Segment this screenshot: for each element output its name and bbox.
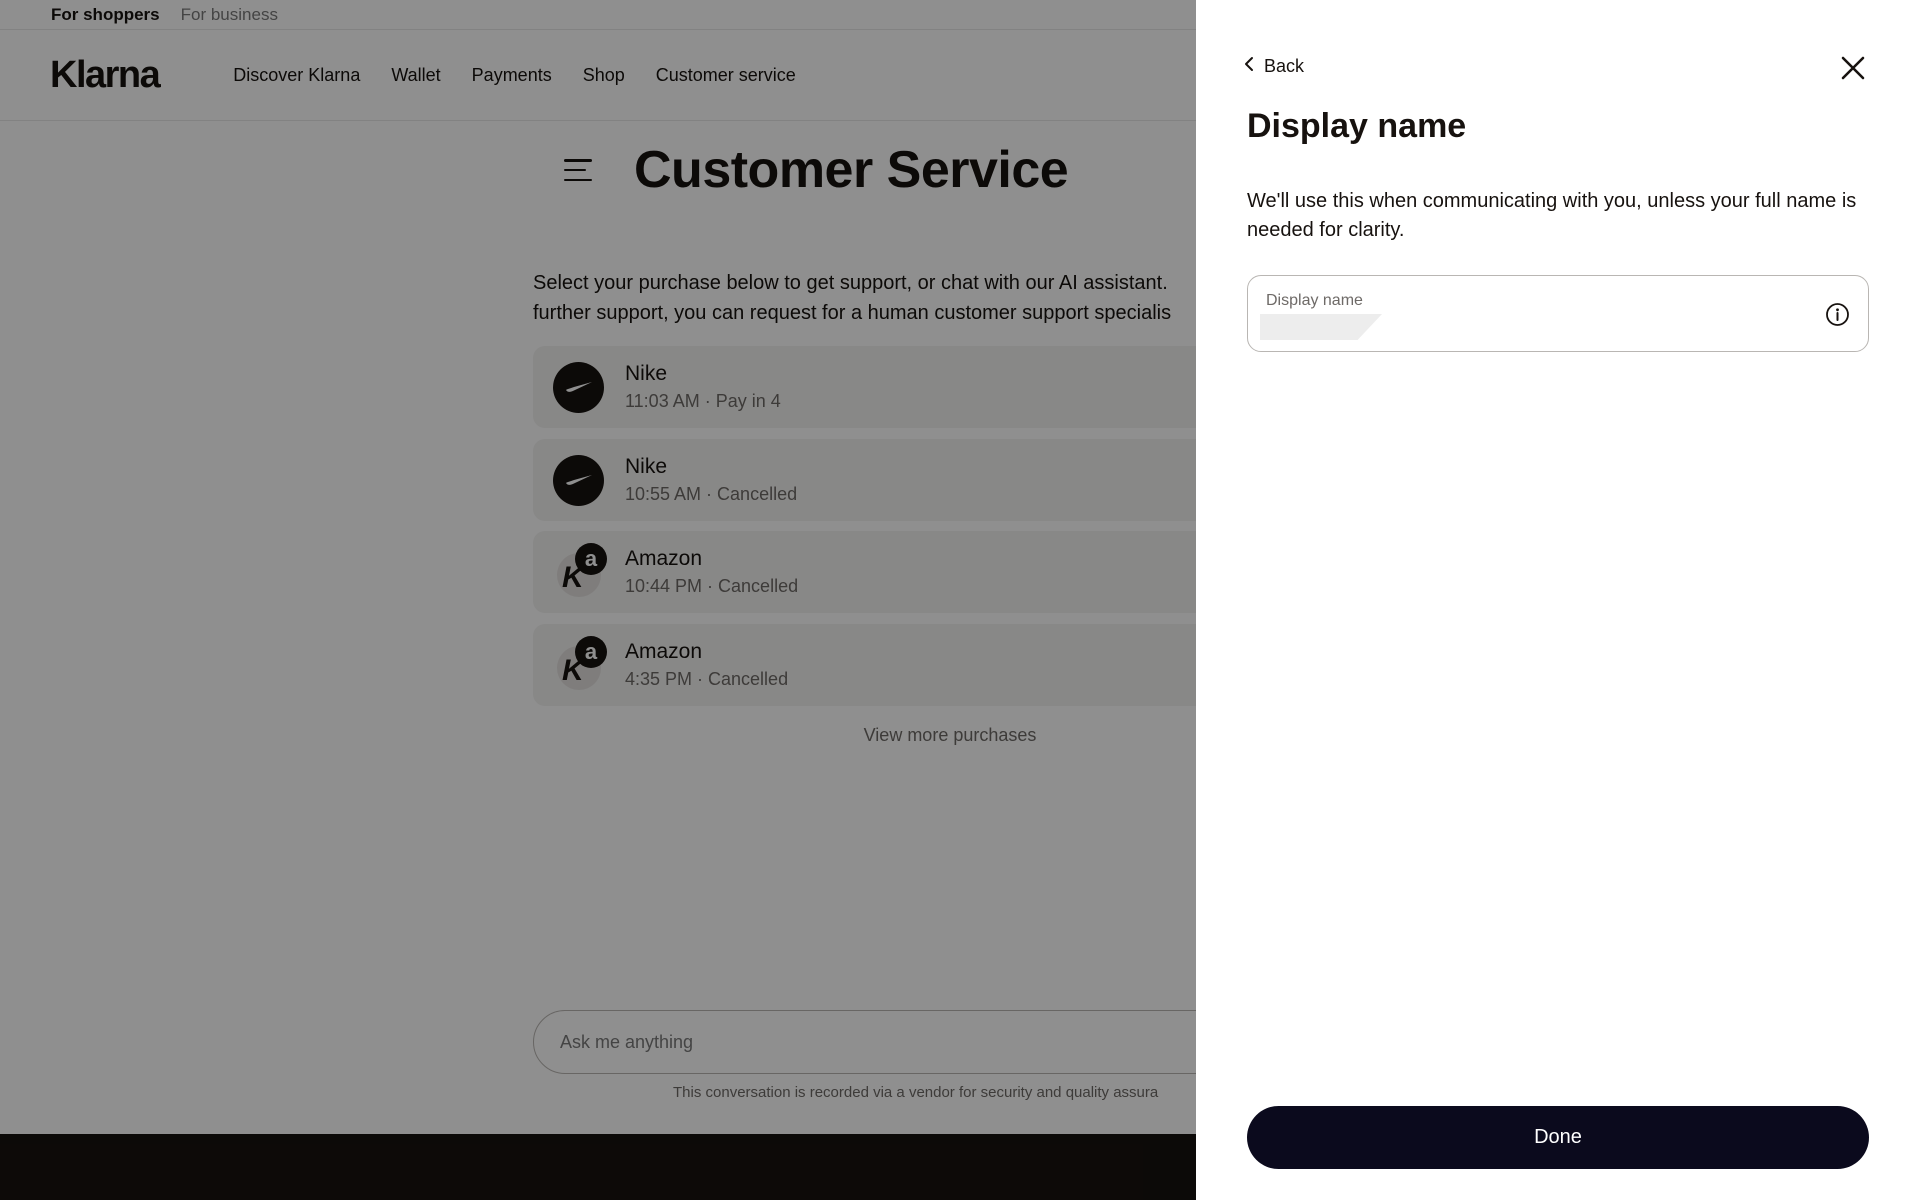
panel-title: Display name [1247, 107, 1467, 145]
panel-description: We'll use this when communicating with y… [1247, 190, 1857, 241]
display-name-input[interactable] [1264, 313, 1784, 341]
back-label: Back [1264, 56, 1305, 76]
done-button[interactable]: Done [1247, 1106, 1869, 1169]
display-name-field-label: Display name [1266, 292, 1363, 309]
display-name-field[interactable]: Display name [1247, 275, 1869, 352]
display-name-panel: Back Display name We'll use this when co… [1196, 0, 1920, 1200]
chevron-left-icon [1244, 56, 1254, 77]
info-icon[interactable] [1825, 302, 1850, 327]
close-icon[interactable] [1840, 55, 1866, 81]
back-button[interactable]: Back [1244, 56, 1304, 77]
modal-backdrop[interactable] [0, 0, 1196, 1200]
